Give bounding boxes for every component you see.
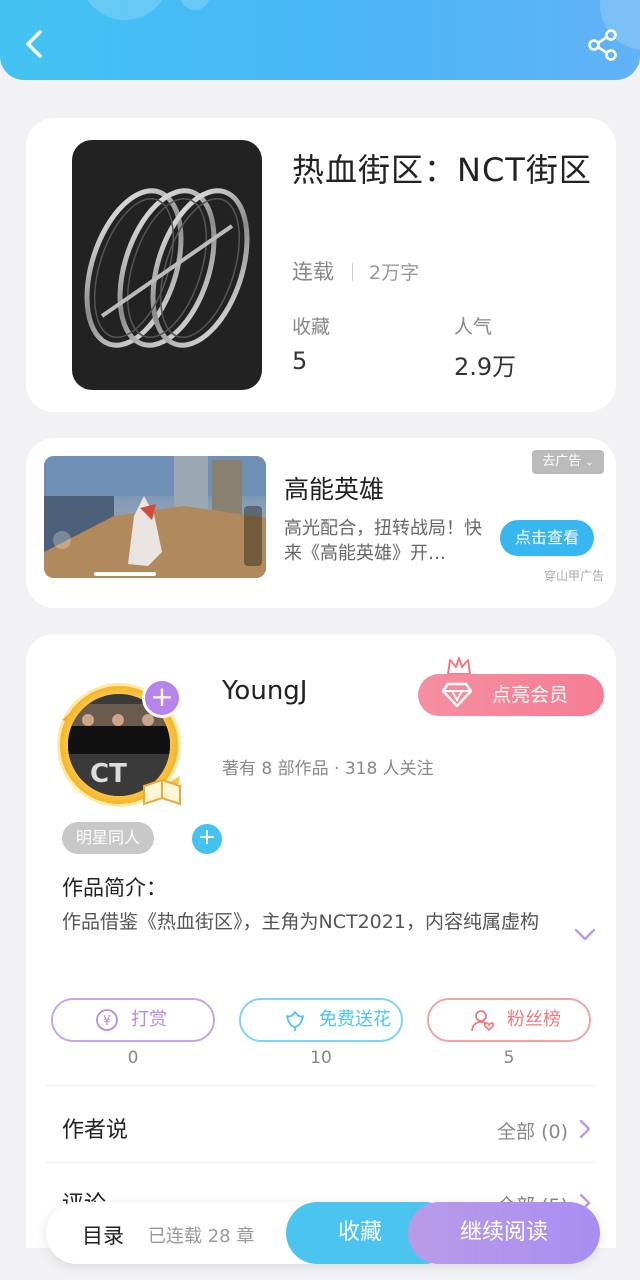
collect-stat: 收藏 5 (292, 312, 330, 375)
remove-ad-button[interactable]: 去广告 ⌄ (532, 450, 604, 474)
fan-count: 5 (503, 1048, 515, 1068)
ad-source: 穿山甲广告 (543, 569, 604, 583)
serial-status: 连载 (292, 260, 334, 284)
bottom-action-bar: 目录 已连载 28 章 收藏 继续阅读 (46, 1202, 600, 1264)
ad-cta-button[interactable]: 点击查看 (500, 520, 594, 556)
collect-label: 收藏 (292, 316, 331, 338)
toc-button[interactable]: 目录 (82, 1220, 124, 1250)
chevron-down-icon[interactable] (574, 928, 596, 942)
continue-reading-button[interactable]: 继续阅读 (408, 1202, 600, 1264)
author-says-all[interactable]: 全部 (0) (497, 1117, 568, 1144)
book-badge-icon (143, 778, 181, 806)
flower-icon (286, 1011, 304, 1031)
flower-count: 10 (310, 1048, 332, 1068)
svg-text:CT: CT (90, 759, 127, 789)
user-heart-icon (471, 1010, 495, 1032)
chevron-down-icon: ⌄ (585, 457, 594, 468)
chapter-count: 已连载 28 章 (148, 1226, 255, 1247)
book-cover[interactable] (72, 140, 262, 390)
vip-button[interactable]: 点亮会员 (418, 674, 604, 716)
yuan-icon: ¥ (96, 1009, 118, 1031)
send-flower-label: 免费送花 (319, 1009, 391, 1030)
cover-rings-art (84, 188, 250, 348)
popularity-label: 人气 (454, 316, 493, 338)
diamond-icon (442, 682, 472, 708)
popularity-stat: 人气 2.9万 (454, 312, 516, 382)
header-decoration (80, 0, 170, 20)
chevron-right-icon[interactable] (578, 1118, 592, 1140)
intro-heading: 作品简介： (62, 876, 167, 900)
author-says-title[interactable]: 作者说 (62, 1112, 128, 1144)
share-icon[interactable] (586, 28, 620, 62)
ad-description: 高光配合，扭转战局！快来《高能英雄》开… (284, 518, 482, 564)
ad-image[interactable] (44, 456, 266, 578)
author-card: CT + YoungJ 著有 8 部作品 · 318 人关注 点亮会员 明星同人… (26, 634, 616, 1280)
divider (46, 1162, 596, 1163)
word-count: 2万字 (369, 262, 420, 284)
crown-icon (447, 657, 471, 675)
ad-card[interactable]: 高能英雄 高光配合，扭转战局！快来《高能英雄》开… 去广告 ⌄ 点击查看 穿山甲… (26, 438, 616, 608)
author-meta: 著有 8 部作品 · 318 人关注 (222, 759, 434, 779)
tip-button[interactable]: ¥ 打赏 (51, 998, 215, 1042)
back-icon[interactable] (18, 26, 54, 62)
header-decoration (180, 0, 210, 10)
author-name[interactable]: YoungJ (222, 676, 307, 706)
book-title: 热血街区：NCT街区 (292, 151, 592, 189)
ad-game-scene (44, 456, 266, 578)
tip-label: 打赏 (131, 1009, 167, 1030)
popularity-value: 2.9万 (454, 353, 517, 381)
tip-count: 0 (127, 1048, 139, 1068)
collect-value: 5 (292, 347, 308, 375)
book-info-card: 热血街区：NCT街区 连载 2万字 收藏 5 人气 2.9万 (26, 118, 616, 412)
divider (352, 263, 353, 281)
top-header (0, 0, 640, 80)
fan-ranking-button[interactable]: 粉丝榜 (427, 998, 591, 1042)
send-flower-button[interactable]: 免费送花 (239, 998, 403, 1042)
remove-ad-label: 去广告 (542, 454, 582, 469)
genre-tag[interactable]: 明星同人 (62, 822, 155, 854)
follow-plus-button[interactable]: + (142, 678, 182, 718)
add-tag-button[interactable]: + (192, 824, 222, 854)
fan-ranking-label: 粉丝榜 (507, 1009, 561, 1030)
ad-title: 高能英雄 (284, 475, 385, 504)
vip-label: 点亮会员 (492, 684, 569, 706)
intro-text: 作品借鉴《热血街区》，主角为NCT2021，内容纯属虚构 (62, 911, 539, 933)
divider (46, 1085, 596, 1086)
book-status-line: 连载 2万字 (292, 256, 419, 286)
svg-text:¥: ¥ (103, 1014, 111, 1029)
